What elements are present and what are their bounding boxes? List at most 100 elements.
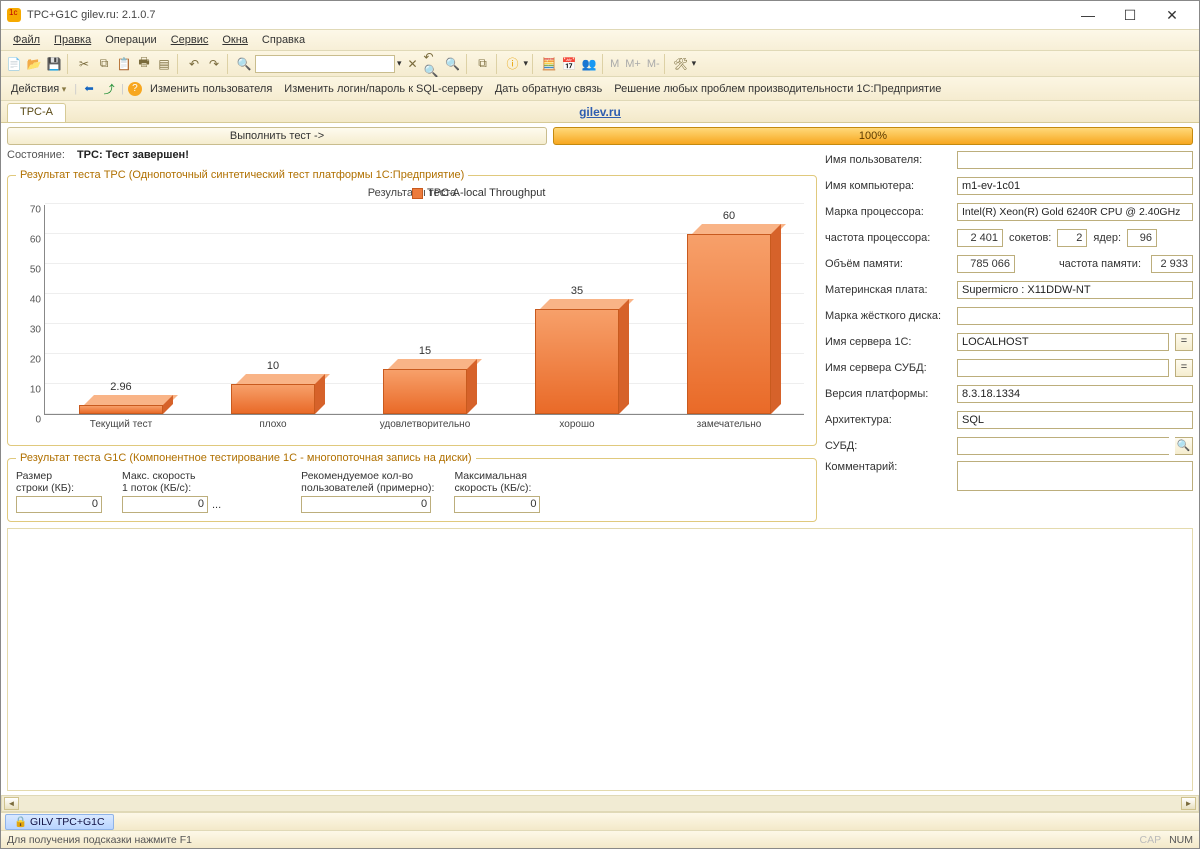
tab-strip: TPC-A gilev.ru [1, 101, 1199, 123]
actions-dropdown[interactable]: Действия [7, 81, 70, 97]
ytick: 60 [19, 235, 41, 246]
platver-label: Версия платформы: [825, 388, 951, 400]
main-toolbar: 📄 📂 💾 ✂ ⧉ 📋 🖶 ▤ ↶ ↷ 🔍 ▾ ✕ ↶🔍 🔍 ⧉ ⓘ▾ 🧮 📅 … [1, 51, 1199, 77]
tpc-result-group: Результат теста TPC (Однопоточный синтет… [7, 169, 817, 446]
comment-field[interactable] [957, 461, 1193, 491]
menu-help[interactable]: Справка [256, 32, 311, 48]
change-user-link[interactable]: Изменить пользователя [146, 81, 276, 97]
dbms-search-icon[interactable]: 🔍 [1175, 437, 1193, 455]
info-icon[interactable]: ⓘ [504, 55, 522, 73]
g1c-maxspeed1-label: Макс. скорость 1 поток (КБ/c): [122, 470, 221, 494]
mem-m[interactable]: M [610, 58, 619, 70]
sockets-label: сокетов: [1009, 232, 1051, 244]
g1c-legend: Результат теста G1C (Компонентное тестир… [16, 452, 476, 464]
find-next-icon[interactable]: 🔍 [444, 55, 462, 73]
state-label: Состояние: [7, 149, 65, 161]
horizontal-scrollbar[interactable]: ◄ ► [1, 795, 1199, 812]
tab-tpca[interactable]: TPC-A [7, 103, 66, 122]
g1c-maxspeed1-value[interactable]: 0 [122, 496, 208, 513]
g1c-recusers-value[interactable]: 0 [301, 496, 431, 513]
window-title: TPC+G1C gilev.ru: 2.1.0.7 [27, 9, 1067, 21]
username-field[interactable] [957, 151, 1193, 169]
mem-mplus[interactable]: M+ [625, 58, 641, 70]
srv1c-field[interactable]: LOCALHOST [957, 333, 1169, 351]
brand-link[interactable]: gilev.ru [579, 105, 621, 119]
x-axis-label: Текущий тест [45, 419, 197, 430]
mb-field[interactable]: Supermicro : X11DDW-NT [957, 281, 1193, 299]
computer-field[interactable]: m1-ev-1c01 [957, 177, 1193, 195]
menu-service[interactable]: Сервис [165, 32, 215, 48]
status-hint: Для получения подсказки нажмите F1 [7, 834, 192, 846]
find-prev-icon[interactable]: ↶🔍 [424, 55, 442, 73]
g1c-maxspeed-value[interactable]: 0 [454, 496, 540, 513]
srvdb-field[interactable] [957, 359, 1169, 377]
new-icon[interactable]: 📄 [5, 55, 23, 73]
menu-windows[interactable]: Окна [216, 32, 254, 48]
ytick: 20 [19, 355, 41, 366]
hdd-label: Марка жёсткого диска: [825, 310, 951, 322]
maximize-button[interactable]: ☐ [1109, 2, 1151, 28]
g1c-rowsize-value[interactable]: 0 [16, 496, 102, 513]
menu-edit[interactable]: Правка [48, 32, 97, 48]
solve-link[interactable]: Решение любых проблем производительности… [610, 81, 945, 97]
clear-search-icon[interactable]: ✕ [404, 55, 422, 73]
mem-label: Объём памяти: [825, 258, 951, 270]
srvdb-eq-button[interactable]: = [1175, 359, 1193, 377]
search-icon[interactable]: 🔍 [235, 55, 253, 73]
menu-bar: Файл Правка Операции Сервис Окна Справка [1, 29, 1199, 51]
cpubrand-label: Марка процессора: [825, 206, 951, 218]
paste-icon[interactable]: 📋 [115, 55, 133, 73]
change-login-link[interactable]: Изменить логин/пароль к SQL-серверу [280, 81, 487, 97]
help-icon[interactable]: ? [128, 82, 142, 96]
x-axis-label: плохо [197, 419, 349, 430]
window-tab-item[interactable]: 🔒 GILV TPC+G1C [5, 814, 114, 830]
undo-icon[interactable]: ↶ [185, 55, 203, 73]
platver-field[interactable]: 8.3.18.1334 [957, 385, 1193, 403]
progress-bar: 100% [553, 127, 1193, 145]
g1c-rowsize-label: Размер строки (КБ): [16, 470, 102, 494]
close-button[interactable]: ✕ [1151, 2, 1193, 28]
feedback-link[interactable]: Дать обратную связь [491, 81, 606, 97]
dbms-field[interactable] [957, 437, 1169, 455]
memfreq-field[interactable]: 2 933 [1151, 255, 1193, 273]
mem-field[interactable]: 785 066 [957, 255, 1015, 273]
redo-icon[interactable]: ↷ [205, 55, 223, 73]
g1c-ellipsis: ... [212, 499, 221, 511]
titlebar: TPC+G1C gilev.ru: 2.1.0.7 — ☐ ✕ [1, 1, 1199, 29]
preview-icon[interactable]: ▤ [155, 55, 173, 73]
scroll-right-icon[interactable]: ► [1181, 797, 1196, 810]
x-axis-label: замечательно [653, 419, 805, 430]
scroll-left-icon[interactable]: ◄ [4, 797, 19, 810]
calendar-icon[interactable]: 📅 [560, 55, 578, 73]
arch-field[interactable]: SQL [957, 411, 1193, 429]
copy2-icon[interactable]: ⧉ [474, 55, 492, 73]
minimize-button[interactable]: — [1067, 2, 1109, 28]
menu-operations[interactable]: Операции [99, 32, 162, 48]
people-icon[interactable]: 👥 [580, 55, 598, 73]
arrow-left-icon[interactable]: ⬅ [81, 81, 97, 97]
arch-label: Архитектура: [825, 414, 951, 426]
srv1c-eq-button[interactable]: = [1175, 333, 1193, 351]
cores-field[interactable]: 96 [1127, 229, 1157, 247]
open-icon[interactable]: 📂 [25, 55, 43, 73]
calc-icon[interactable]: 🧮 [540, 55, 558, 73]
copy-icon[interactable]: ⧉ [95, 55, 113, 73]
settings-icon[interactable]: 🛠 [672, 55, 690, 73]
search-input[interactable] [255, 55, 395, 73]
srvdb-label: Имя сервера СУБД: [825, 362, 951, 374]
output-area [7, 528, 1193, 791]
sockets-field[interactable]: 2 [1057, 229, 1087, 247]
save-icon[interactable]: 💾 [45, 55, 63, 73]
cpubrand-field[interactable]: Intel(R) Xeon(R) Gold 6240R CPU @ 2.40GH… [957, 203, 1193, 221]
menu-file[interactable]: Файл [7, 32, 46, 48]
ytick: 10 [19, 385, 41, 396]
arrow-up-icon[interactable]: ⤴ [101, 81, 117, 97]
actions-toolbar: Действия | ⬅ ⤴ | ? Изменить пользователя… [1, 77, 1199, 101]
cpufreq-field[interactable]: 2 401 [957, 229, 1003, 247]
mem-mminus[interactable]: M- [647, 58, 660, 70]
cut-icon[interactable]: ✂ [75, 55, 93, 73]
print-icon[interactable]: 🖶 [135, 55, 153, 73]
hdd-field[interactable] [957, 307, 1193, 325]
run-test-button[interactable]: Выполнить тест -> [7, 127, 547, 145]
cpufreq-label: частота процессора: [825, 232, 951, 244]
